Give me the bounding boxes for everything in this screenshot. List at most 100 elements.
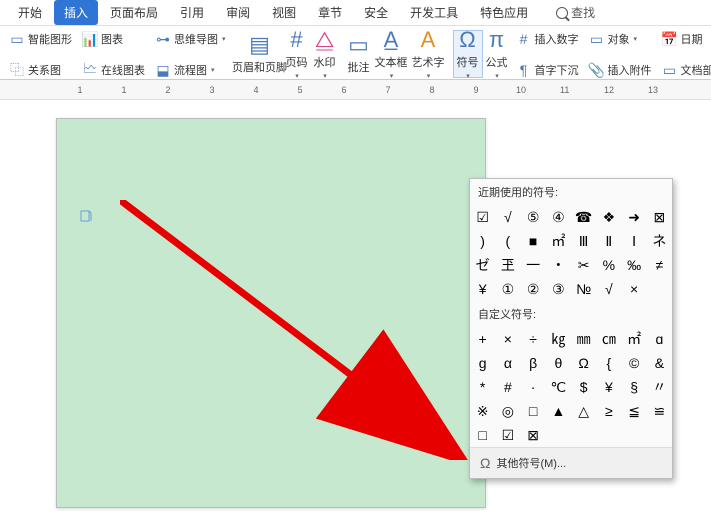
tab-devtools[interactable]: 开发工具 [400,0,468,25]
symbol-cell[interactable]: ) [470,229,495,253]
symbol-cell[interactable]: ㎜ [571,327,596,351]
onlinechart-button[interactable]: 🗠在线图表 [80,61,147,79]
chart-button[interactable]: 📊图表 [80,30,147,48]
formula-button[interactable]: π公式▾ [483,30,511,78]
symbol-cell[interactable]: ≠ [647,253,672,277]
comment-button[interactable]: ▭批注 [345,30,373,78]
symbol-cell[interactable]: 玊 [495,253,520,277]
smartshape-button[interactable]: ▭智能图形 [7,30,74,48]
tab-security[interactable]: 安全 [354,0,398,25]
symbol-cell[interactable]: ✂ [571,253,596,277]
symbol-cell[interactable]: 〃 [647,375,672,399]
symbol-cell[interactable]: ㎏ [546,327,571,351]
symbol-cell[interactable]: × [495,327,520,351]
symbol-cell[interactable]: α [495,351,520,375]
symbol-cell[interactable]: ・ [546,253,571,277]
symbol-cell[interactable]: ④ [546,205,571,229]
symbol-cell[interactable]: ÷ [521,327,546,351]
symbol-cell[interactable]: ➜ [622,205,647,229]
symbol-cell[interactable]: ゼ [470,253,495,277]
symbol-cell[interactable]: ☑ [495,423,520,447]
symbol-cell[interactable]: { [596,351,621,375]
document-page[interactable] [56,118,486,508]
symbol-cell[interactable]: ⊠ [647,205,672,229]
tab-chapters[interactable]: 章节 [308,0,352,25]
symbol-cell[interactable]: △ [571,399,596,423]
symbol-cell[interactable]: 一 [521,253,546,277]
relation-button[interactable]: ⿻关系图 [7,61,74,79]
dropcap-button[interactable]: ¶首字下沉 [514,61,581,79]
tab-special[interactable]: 特色应用 [470,0,538,25]
symbol-cell[interactable]: β [521,351,546,375]
symbol-cell[interactable]: ☎ [571,205,596,229]
symbol-cell[interactable]: ≦ [622,399,647,423]
symbol-cell[interactable]: © [622,351,647,375]
docparts-button[interactable]: ▭文档部 [660,61,711,79]
symbol-cell[interactable]: √ [596,277,621,301]
symbol-cell[interactable]: ㎡ [622,327,647,351]
symbol-cell[interactable]: ㎡ [546,229,571,253]
symbol-cell[interactable]: + [470,327,495,351]
symbol-cell[interactable]: & [647,351,672,375]
symbol-cell[interactable]: √ [495,205,520,229]
date-button[interactable]: 📅日期 [660,30,711,48]
tab-view[interactable]: 视图 [262,0,306,25]
textbox-button[interactable]: A̲文本框▾ [373,30,410,78]
symbol-cell[interactable]: ③ [546,277,571,301]
symbol-cell[interactable]: * [470,375,495,399]
symbol-cell[interactable]: · [521,375,546,399]
symbol-cell[interactable]: ≥ [596,399,621,423]
tab-review[interactable]: 审阅 [216,0,260,25]
symbol-cell[interactable]: × [622,277,647,301]
symbol-cell[interactable]: □ [521,399,546,423]
mindmap-button[interactable]: ⊶思维导图▾ [153,30,228,48]
symbol-cell[interactable]: ❖ [596,205,621,229]
symbol-cell[interactable]: g [470,351,495,375]
object-button[interactable]: ▭对象▾ [587,30,654,48]
symbol-cell[interactable]: Ⅲ [571,229,596,253]
symbol-cell[interactable]: ① [495,277,520,301]
symbol-cell[interactable]: % [596,253,621,277]
symbol-button[interactable]: Ω符号▾ [453,30,483,78]
symbol-cell[interactable]: Ⅰ [622,229,647,253]
symbol-cell[interactable]: □ [470,423,495,447]
headerfooter-button[interactable]: ▤页眉和页脚 [237,30,283,78]
symbol-cell[interactable]: ▲ [546,399,571,423]
attachment-button[interactable]: 📎插入附件 [587,61,654,79]
tab-references[interactable]: 引用 [170,0,214,25]
symbol-cell[interactable]: ② [521,277,546,301]
flowchart-button[interactable]: ⬓流程图▾ [153,61,228,79]
symbol-cell[interactable]: Ω [571,351,596,375]
symbol-cell[interactable]: ⊠ [521,423,546,447]
symbol-cell[interactable]: # [495,375,520,399]
search-command[interactable]: 查找 [546,0,605,25]
symbol-cell[interactable]: № [571,277,596,301]
ruler-mark: 11 [560,85,568,95]
symbol-cell[interactable]: ■ [521,229,546,253]
symbol-cell[interactable]: θ [546,351,571,375]
symbol-cell[interactable]: ( [495,229,520,253]
watermark-button[interactable]: ⧋水印▾ [311,30,339,78]
symbol-cell[interactable]: ※ [470,399,495,423]
symbol-cell[interactable]: ɑ [647,327,672,351]
tab-insert[interactable]: 插入 [54,0,98,25]
symbol-cell[interactable]: ‰ [622,253,647,277]
more-symbols-button[interactable]: Ω 其他符号(M)... [470,447,672,478]
symbol-cell[interactable]: § [622,375,647,399]
symbol-cell[interactable]: ネ [647,229,672,253]
symbol-cell[interactable]: ◎ [495,399,520,423]
pagenum-button[interactable]: #页码▾ [283,30,311,78]
insertnum-button[interactable]: #插入数字 [514,30,581,48]
symbol-cell[interactable]: ¥ [470,277,495,301]
wordart-button[interactable]: A艺术字▾ [410,30,447,78]
symbol-cell[interactable]: ㎝ [596,327,621,351]
tab-layout[interactable]: 页面布局 [100,0,168,25]
symbol-cell[interactable]: ≌ [647,399,672,423]
symbol-cell[interactable]: Ⅱ [596,229,621,253]
symbol-cell[interactable]: ⑤ [521,205,546,229]
tab-start[interactable]: 开始 [8,0,52,25]
symbol-cell[interactable]: $ [571,375,596,399]
symbol-cell[interactable]: ¥ [596,375,621,399]
symbol-cell[interactable]: ☑ [470,205,495,229]
symbol-cell[interactable]: ℃ [546,375,571,399]
